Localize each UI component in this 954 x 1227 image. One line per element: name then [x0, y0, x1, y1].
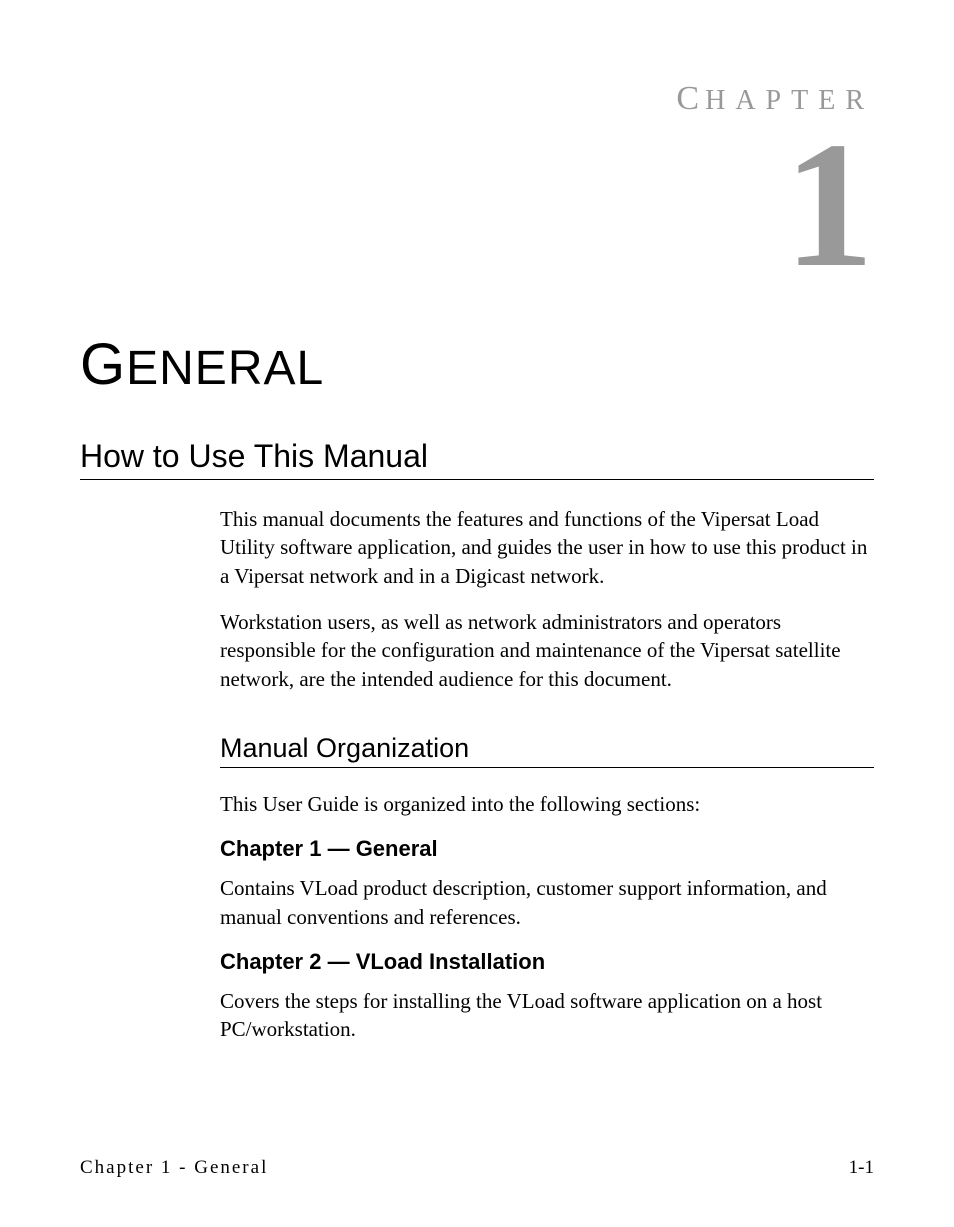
body-paragraph: Workstation users, as well as network ad…	[220, 608, 874, 693]
chapter-title-first: G	[80, 332, 126, 397]
chapter-title-rest: ENERAL	[126, 342, 324, 395]
section-heading-how-to-use: How to Use This Manual	[80, 438, 874, 480]
page-footer: Chapter 1 - General 1-1	[80, 1157, 874, 1179]
body-paragraph: Contains VLoad product description, cust…	[220, 874, 874, 931]
chapter-label-first: C	[676, 80, 705, 117]
chapter-number: 1	[80, 128, 874, 281]
footer-page-number: 1-1	[849, 1157, 874, 1179]
chapter-ref-heading: Chapter 2 — VLoad Installation	[220, 949, 874, 975]
body-paragraph: This manual documents the features and f…	[220, 505, 874, 590]
subsection-heading-manual-org: Manual Organization	[220, 733, 874, 768]
body-paragraph: Covers the steps for installing the VLoa…	[220, 987, 874, 1044]
body-paragraph: This User Guide is organized into the fo…	[220, 790, 874, 818]
chapter-ref-heading: Chapter 1 — General	[220, 836, 874, 862]
footer-left: Chapter 1 - General	[80, 1157, 268, 1179]
chapter-title: GENERAL	[80, 331, 874, 398]
chapter-label: CHAPTER	[80, 80, 874, 118]
